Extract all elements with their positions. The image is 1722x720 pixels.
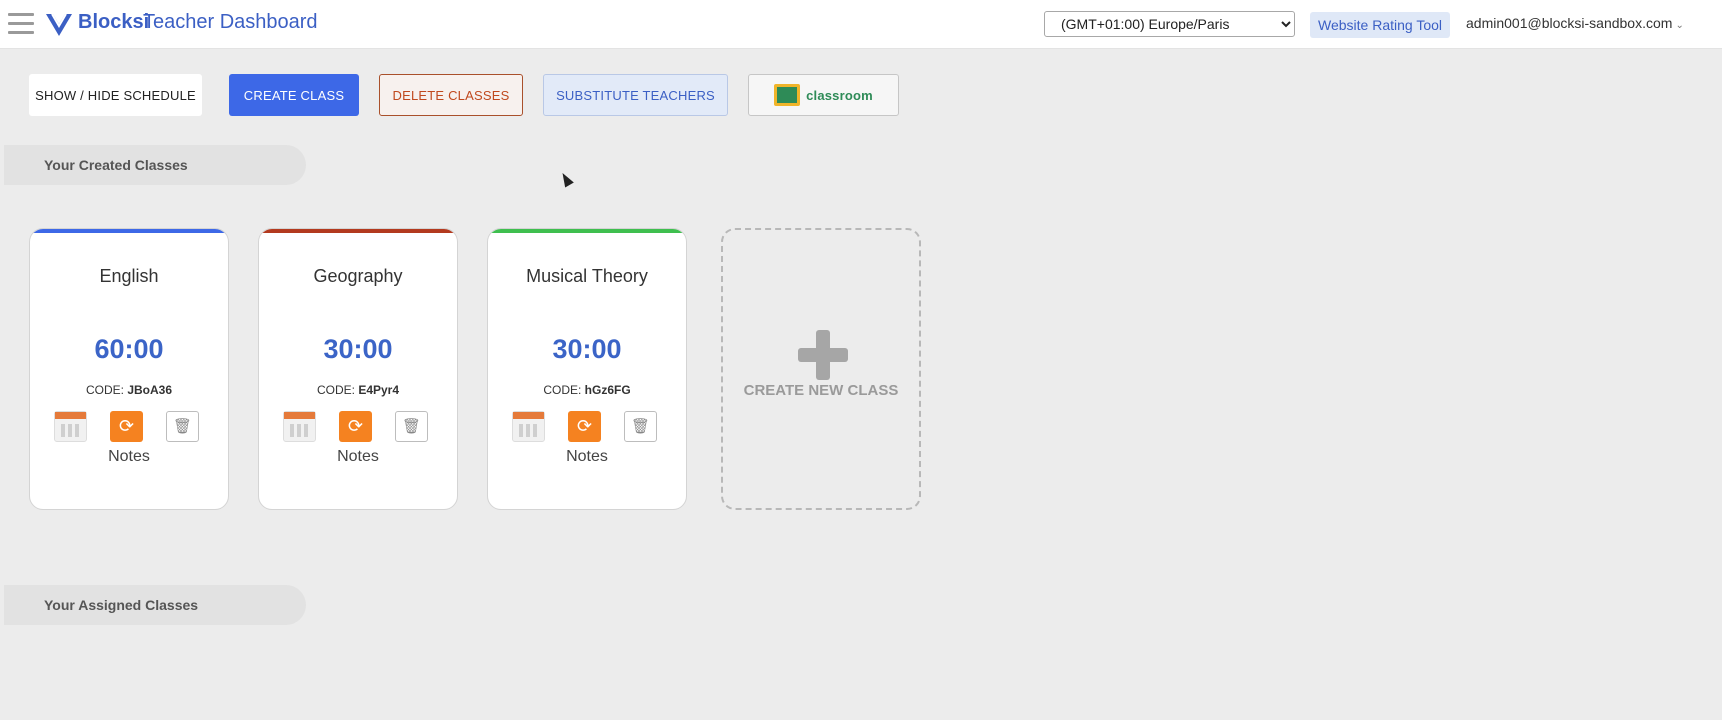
reset-timer-icon[interactable]: ⟳ (110, 411, 143, 442)
calendar-icon[interactable] (512, 411, 545, 442)
section-assigned-classes: Your Assigned Classes (4, 585, 306, 625)
card-accent (488, 229, 686, 233)
card-accent (30, 229, 228, 233)
class-card[interactable]: Geography 30:00 CODE: E4Pyr4 ⟳ 🗑 Notes (258, 228, 458, 510)
class-timer: 30:00 (323, 334, 393, 364)
class-code: CODE: JBoA36 (85, 383, 173, 397)
class-card[interactable]: Musical Theory 30:00 CODE: hGz6FG ⟳ 🗑 No… (487, 228, 687, 510)
classroom-icon (774, 84, 801, 106)
create-class-button[interactable]: CREATE CLASS (229, 74, 359, 116)
top-bar: Blocksi Teacher Dashboard (GMT+01:00) Eu… (0, 0, 1722, 49)
google-classroom-button[interactable]: classroom (748, 74, 899, 116)
class-name: English (99, 266, 159, 286)
class-name: Musical Theory (526, 266, 648, 286)
reset-timer-icon[interactable]: ⟳ (339, 411, 372, 442)
blocksi-logo-icon (46, 13, 72, 36)
card-accent (259, 229, 457, 233)
create-new-class-card[interactable]: CREATE NEW CLASS (721, 228, 921, 510)
menu-icon[interactable] (8, 13, 34, 35)
notes-link[interactable]: Notes (488, 448, 686, 466)
class-code: CODE: E4Pyr4 (316, 383, 400, 397)
reset-timer-icon[interactable]: ⟳ (568, 411, 601, 442)
brand-name: Blocksi (78, 11, 150, 33)
calendar-icon[interactable] (283, 411, 316, 442)
notes-link[interactable]: Notes (30, 448, 228, 466)
page-title: Teacher Dashboard (143, 11, 318, 33)
substitute-teachers-button[interactable]: SUBSTITUTE TEACHERS (543, 74, 728, 116)
class-card[interactable]: English 60:00 CODE: JBoA36 ⟳ 🗑 Notes (29, 228, 229, 510)
class-timer: 30:00 (552, 334, 622, 364)
trash-icon[interactable]: 🗑 (395, 411, 428, 442)
plus-icon (798, 330, 848, 380)
class-timer: 60:00 (94, 334, 164, 364)
classroom-label: classroom (806, 87, 873, 103)
trash-icon[interactable]: 🗑 (166, 411, 199, 442)
class-name: Geography (313, 266, 403, 286)
user-menu[interactable]: admin001@blocksi-sandbox.com ⌄ (1466, 15, 1684, 31)
website-rating-tool-link[interactable]: Website Rating Tool (1310, 12, 1450, 38)
class-code: CODE: hGz6FG (543, 383, 631, 397)
section-created-classes: Your Created Classes (4, 145, 306, 185)
timezone-select[interactable]: (GMT+01:00) Europe/Paris (1044, 11, 1295, 37)
notes-link[interactable]: Notes (259, 448, 457, 466)
user-email: admin001@blocksi-sandbox.com (1466, 15, 1673, 31)
chevron-down-icon: ⌄ (1675, 20, 1684, 31)
show-hide-schedule-button[interactable]: SHOW / HIDE SCHEDULE (29, 74, 202, 116)
mouse-cursor-icon (558, 170, 574, 188)
delete-classes-button[interactable]: DELETE CLASSES (379, 74, 523, 116)
trash-icon[interactable]: 🗑 (624, 411, 657, 442)
calendar-icon[interactable] (54, 411, 87, 442)
create-new-class-label: CREATE NEW CLASS (743, 382, 899, 399)
